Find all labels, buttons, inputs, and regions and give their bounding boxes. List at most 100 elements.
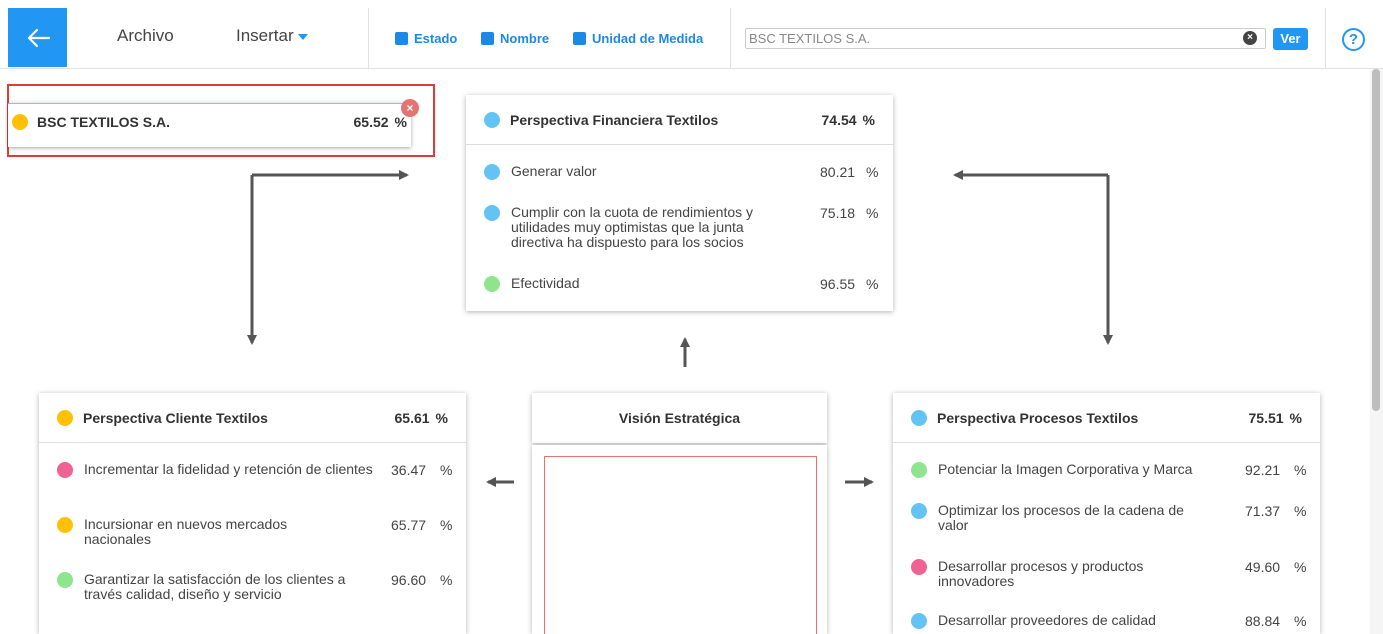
perspective-unit: % (435, 409, 448, 426)
objective-text: Cumplir con la cuota de rendimientos y u… (511, 204, 754, 250)
filter-unidad-label: Unidad de Medida (592, 31, 704, 46)
perspective-card-procesos: Perspectiva Procesos Textilos 75.51 % Po… (893, 393, 1320, 634)
objective-item[interactable]: Potenciar la Imagen Corporativa y Marca … (911, 462, 1306, 478)
back-button[interactable] (8, 8, 67, 67)
perspective-header[interactable]: Perspectiva Cliente Textilos 65.61 % (39, 393, 466, 443)
status-blue-icon (484, 164, 500, 180)
objective-value: 96.55 (820, 276, 856, 292)
toolbar-divider (1325, 8, 1326, 69)
checkbox-checked-icon (481, 32, 494, 45)
status-blue-icon (911, 503, 927, 519)
help-icon[interactable]: ? (1342, 28, 1365, 51)
root-node-value: 65.52 (353, 114, 389, 130)
objective-unit: % (440, 462, 453, 478)
objective-item[interactable]: Garantizar la satisfacción de los client… (57, 572, 452, 602)
status-green-icon (57, 572, 73, 588)
toolbar-divider (368, 8, 369, 69)
perspective-title: Perspectiva Cliente Textilos (83, 409, 268, 426)
remove-node-icon[interactable]: × (401, 99, 419, 117)
objective-value: 88.84 (1245, 613, 1281, 629)
vision-card[interactable]: Visión Estratégica (532, 393, 827, 443)
perspective-header[interactable]: Perspectiva Procesos Textilos 75.51 % (893, 393, 1320, 443)
perspective-value: 65.61 (394, 409, 430, 426)
objective-item[interactable]: Optimizar los procesos de la cadena de v… (911, 503, 1306, 533)
objective-unit: % (440, 572, 453, 588)
perspective-header[interactable]: Perspectiva Financiera Textilos 74.54 % (466, 95, 893, 145)
filter-nombre-label: Nombre (500, 31, 550, 46)
objective-value: 36.47 (391, 462, 427, 478)
objective-text: Desarrollar procesos y productos innovad… (938, 558, 1144, 589)
arrow-left-icon (27, 28, 50, 47)
filter-estado-checkbox[interactable]: Estado (395, 31, 457, 46)
perspective-card-financiera: Perspectiva Financiera Textilos 74.54 % … (466, 95, 893, 311)
menu-insertar-label: Insertar (236, 26, 294, 45)
perspective-unit: % (862, 111, 875, 128)
perspective-value: 75.51 (1248, 409, 1284, 426)
objective-value: 92.21 (1245, 462, 1281, 478)
objective-item[interactable]: Generar valor 80.21 % (484, 164, 879, 180)
status-blue-icon (484, 205, 500, 221)
objective-unit: % (1294, 613, 1307, 629)
perspective-card-cliente: Perspectiva Cliente Textilos 65.61 % Inc… (39, 393, 466, 634)
perspective-title: Perspectiva Procesos Textilos (937, 409, 1139, 426)
objective-value: 80.21 (820, 164, 856, 180)
objective-item[interactable]: Desarrollar proveedores de calidad 88.84… (911, 613, 1306, 629)
objective-item[interactable]: Desarrollar procesos y productos innovad… (911, 559, 1306, 589)
status-pink-icon (911, 559, 927, 575)
perspective-title: Perspectiva Financiera Textilos (510, 111, 719, 128)
perspective-unit: % (1289, 409, 1302, 426)
status-yellow-icon (57, 517, 73, 533)
status-blue-icon (911, 409, 927, 426)
caret-down-icon (297, 33, 308, 40)
objective-text: Potenciar la Imagen Corporativa y Marca (938, 461, 1193, 477)
objective-item[interactable]: Incrementar la fidelidad y retención de … (57, 462, 452, 478)
objective-value: 71.37 (1245, 503, 1281, 519)
filter-nombre-checkbox[interactable]: Nombre (481, 31, 549, 46)
status-yellow-icon (57, 409, 73, 426)
objective-value: 75.18 (820, 205, 856, 221)
root-node[interactable]: BSC TEXTILOS S.A. 65.52 % (8, 103, 411, 147)
objective-value: 65.77 (391, 517, 427, 533)
objective-unit: % (440, 517, 453, 533)
objective-text: Efectividad (511, 275, 580, 291)
status-yellow-icon (12, 114, 28, 130)
status-pink-icon (57, 462, 73, 478)
objective-unit: % (866, 164, 879, 180)
objective-value: 49.60 (1245, 559, 1281, 575)
ver-button[interactable]: Ver (1273, 28, 1308, 50)
objective-item[interactable]: Incursionar en nuevos mercados nacionale… (57, 517, 452, 547)
vision-content-area[interactable] (544, 456, 817, 634)
menu-insertar[interactable]: Insertar (236, 26, 308, 46)
root-node-unit: % (394, 114, 407, 130)
objective-value: 96.60 (391, 572, 427, 588)
objective-unit: % (866, 276, 879, 292)
objective-text: Optimizar los procesos de la cadena de v… (938, 502, 1184, 533)
filter-unidad-checkbox[interactable]: Unidad de Medida (573, 31, 703, 46)
objective-text: Generar valor (511, 163, 597, 179)
status-blue-icon (484, 111, 500, 128)
search-input[interactable] (746, 29, 1186, 48)
toolbar: Archivo Insertar Estado Nombre Unidad de… (0, 0, 1383, 69)
status-green-icon (911, 462, 927, 478)
objective-text: Desarrollar proveedores de calidad (938, 612, 1156, 628)
scrollbar-thumb[interactable] (1372, 69, 1380, 411)
objective-item[interactable]: Cumplir con la cuota de rendimientos y u… (484, 205, 879, 250)
root-node-name: BSC TEXTILOS S.A. (37, 114, 171, 130)
toolbar-divider (730, 8, 731, 69)
checkbox-checked-icon (395, 32, 408, 45)
search-box (745, 28, 1266, 49)
objective-item[interactable]: Efectividad 96.55 % (484, 276, 879, 292)
menu-archivo[interactable]: Archivo (117, 26, 174, 46)
objective-unit: % (1294, 503, 1307, 519)
perspective-value: 74.54 (821, 111, 857, 128)
objective-text: Incrementar la fidelidad y retención de … (84, 461, 373, 477)
objective-text: Garantizar la satisfacción de los client… (84, 571, 346, 602)
status-blue-icon (911, 613, 927, 629)
filter-estado-label: Estado (414, 31, 458, 46)
objective-unit: % (1294, 462, 1307, 478)
clear-search-icon[interactable]: × (1243, 31, 1257, 45)
checkbox-checked-icon (573, 32, 586, 45)
objective-text: Incursionar en nuevos mercados nacionale… (84, 516, 288, 547)
objective-unit: % (1294, 559, 1307, 575)
objective-unit: % (866, 205, 879, 221)
